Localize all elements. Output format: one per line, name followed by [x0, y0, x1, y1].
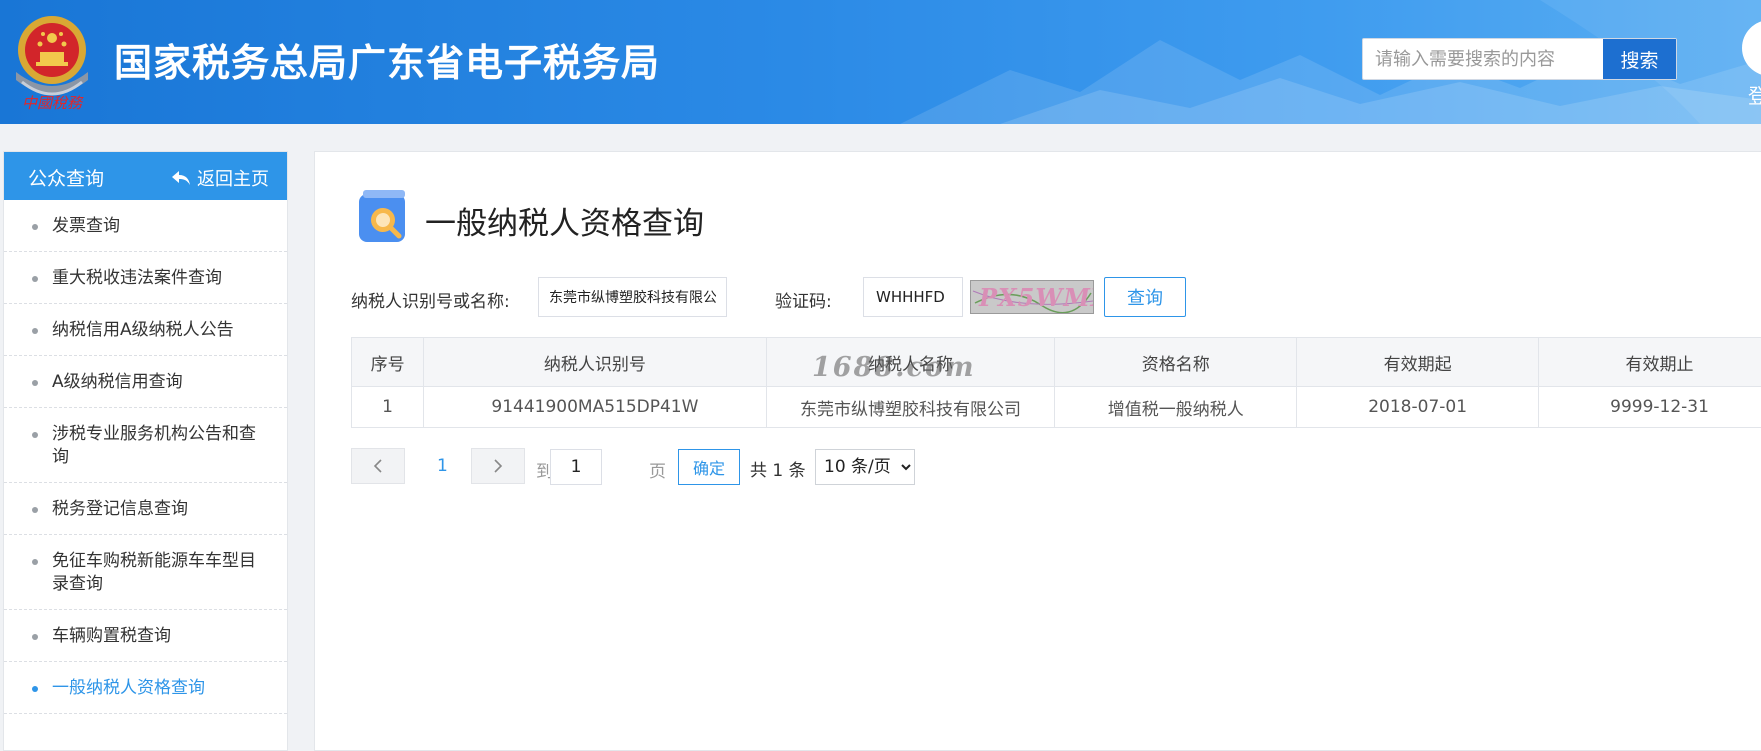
next-page-button[interactable] [471, 448, 525, 484]
main-panel: 一般纳税人资格查询 纳税人识别号或名称: 验证码: PX5WMX 查询 序号 纳… [314, 151, 1761, 751]
sidebar-item-new-energy-vehicle[interactable]: 免征车购税新能源车车型目录查询 [4, 535, 287, 610]
header-search-input[interactable] [1363, 39, 1603, 79]
sidebar: 公众查询 返回主页 发票查询 重大税收违法案件查询 纳税信用A级纳税人公告 A级… [3, 151, 288, 751]
prev-page-button[interactable] [351, 448, 405, 484]
sidebar-item-label: 一般纳税人资格查询 [52, 678, 205, 698]
table-header-row: 序号 纳税人识别号 纳税人名称 资格名称 有效期起 有效期止 [352, 338, 1761, 387]
bullet-icon [32, 634, 38, 640]
query-button[interactable]: 查询 [1104, 277, 1186, 317]
emblem-caption: 中國稅務 [22, 92, 82, 113]
sidebar-item-vehicle-purchase-tax[interactable]: 车辆购置税查询 [4, 610, 287, 662]
taxpayer-id-input[interactable] [538, 277, 727, 317]
page-size-select[interactable]: 10 条/页 [815, 449, 915, 485]
sidebar-item-major-tax-violation[interactable]: 重大税收违法案件查询 [4, 252, 287, 304]
site-title: 国家税务总局广东省电子税务局 [114, 32, 660, 87]
sidebar-item-label: 重大税收违法案件查询 [52, 268, 222, 288]
goto-confirm-button[interactable]: 确定 [678, 449, 740, 485]
sidebar-item-a-level-announcement[interactable]: 纳税信用A级纳税人公告 [4, 304, 287, 356]
column-header-taxpayer-id: 纳税人识别号 [424, 338, 767, 387]
captcha-label: 验证码: [775, 287, 832, 312]
cell-qualification: 增值税一般纳税人 [1055, 387, 1297, 428]
goto-suffix-label: 页 [649, 457, 666, 482]
cell-taxpayer-id: 91441900MA515DP41W [424, 387, 767, 428]
sidebar-item-label: 免征车购税新能源车车型目录查询 [52, 551, 256, 594]
result-table: 序号 纳税人识别号 纳税人名称 资格名称 有效期起 有效期止 1 9144190… [351, 337, 1761, 428]
sidebar-item-label: 发票查询 [52, 216, 120, 236]
bullet-icon [32, 224, 38, 230]
sidebar-title: 公众查询 [28, 164, 104, 191]
cell-index: 1 [352, 387, 424, 428]
bullet-icon [32, 432, 38, 438]
column-header-valid-to: 有效期止 [1539, 338, 1761, 387]
header-search-box: 搜索 [1362, 38, 1677, 80]
bullet-icon [32, 559, 38, 565]
sidebar-item-invoice-query[interactable]: 发票查询 [4, 200, 287, 252]
sidebar-item-label: A级纳税信用查询 [52, 372, 183, 392]
chevron-right-icon [492, 458, 504, 474]
column-header-valid-from: 有效期起 [1297, 338, 1539, 387]
captcha-image[interactable]: PX5WMX [970, 280, 1094, 314]
bullet-icon [32, 328, 38, 334]
captcha-image-text: PX5WMX [979, 283, 1094, 312]
total-count-text: 共 1 条 [750, 456, 806, 481]
column-header-index: 序号 [352, 338, 424, 387]
cell-taxpayer-name: 东莞市纵博塑胶科技有限公司 [766, 387, 1055, 428]
column-header-qualification: 资格名称 [1055, 338, 1297, 387]
chevron-left-icon [372, 458, 384, 474]
table-row: 1 91441900MA515DP41W 东莞市纵博塑胶科技有限公司 增值税一般… [352, 387, 1761, 428]
sidebar-item-label: 车辆购置税查询 [52, 626, 171, 646]
sidebar-item-tax-registration[interactable]: 税务登记信息查询 [4, 483, 287, 535]
back-home-label: 返回主页 [197, 165, 269, 191]
page-number-1[interactable]: 1 [437, 456, 448, 476]
sidebar-item-label: 涉税专业服务机构公告和查询 [52, 424, 256, 467]
cell-valid-to: 9999-12-31 [1539, 387, 1761, 428]
sidebar-item-general-taxpayer[interactable]: 一般纳税人资格查询 [4, 662, 287, 714]
bullet-icon [32, 507, 38, 513]
captcha-input[interactable] [863, 277, 963, 317]
sidebar-header: 公众查询 返回主页 [4, 152, 287, 200]
sidebar-item-label: 税务登记信息查询 [52, 499, 188, 519]
watermark-text: 1688.com [812, 352, 976, 383]
header-search-button[interactable]: 搜索 [1602, 39, 1676, 79]
sidebar-item-a-level-credit-query[interactable]: A级纳税信用查询 [4, 356, 287, 408]
back-arrow-icon [171, 170, 191, 186]
bullet-icon [32, 686, 38, 692]
cell-valid-from: 2018-07-01 [1297, 387, 1539, 428]
search-document-icon [355, 190, 413, 248]
sidebar-item-tax-service-agency[interactable]: 涉税专业服务机构公告和查询 [4, 408, 287, 483]
site-header: 中國稅務 国家税务总局广东省电子税务局 搜索 登 [0, 0, 1761, 124]
bullet-icon [32, 380, 38, 386]
goto-page-input[interactable] [550, 449, 602, 485]
page-title: 一般纳税人资格查询 [425, 198, 704, 243]
bullet-icon [32, 276, 38, 282]
taxpayer-label: 纳税人识别号或名称: [351, 287, 510, 312]
sidebar-menu: 发票查询 重大税收违法案件查询 纳税信用A级纳税人公告 A级纳税信用查询 涉税专… [4, 200, 287, 714]
back-home-button[interactable]: 返回主页 [171, 165, 269, 191]
sidebar-item-label: 纳税信用A级纳税人公告 [52, 320, 234, 340]
login-label[interactable]: 登 [1748, 80, 1761, 109]
